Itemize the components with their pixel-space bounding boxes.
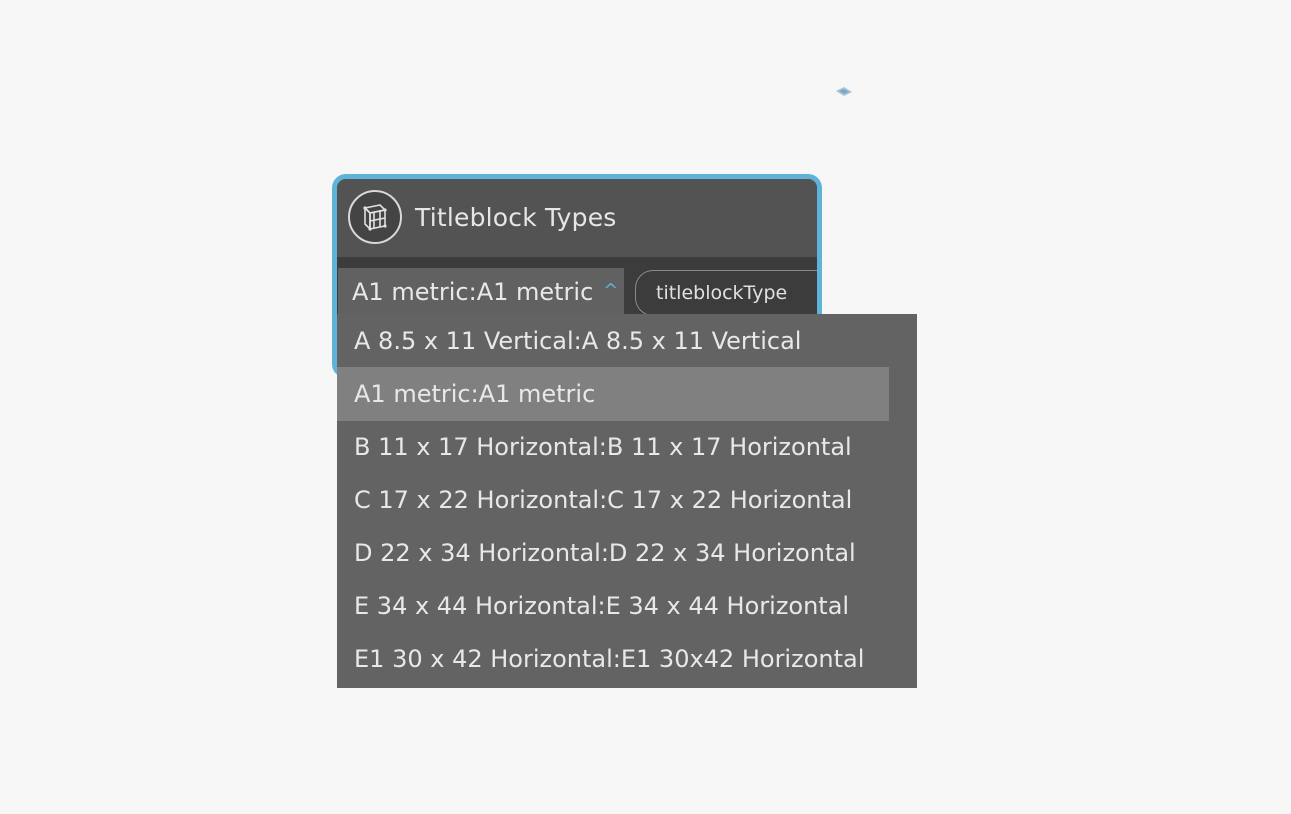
canvas-marker-icon	[836, 87, 852, 96]
node-title: Titleblock Types	[415, 203, 617, 232]
dropdown-item[interactable]: D 22 x 34 Horizontal:D 22 x 34 Horizonta…	[337, 526, 889, 580]
dropdown-item[interactable]: E1 30 x 42 Horizontal:E1 30x42 Horizonta…	[337, 632, 889, 686]
dropdown-selected-value: A1 metric:A1 metric	[352, 278, 594, 306]
dropdown-item[interactable]: E 34 x 44 Horizontal:E 34 x 44 Horizonta…	[337, 579, 889, 633]
dropdown-item[interactable]: A 8.5 x 11 Vertical:A 8.5 x 11 Vertical	[337, 314, 889, 368]
workspace-canvas[interactable]: Titleblock Types A1 metric:A1 metric ^ t…	[0, 0, 1291, 814]
chevron-up-icon[interactable]: ^	[603, 280, 618, 301]
dropdown-item[interactable]: C 17 x 22 Horizontal:C 17 x 22 Horizonta…	[337, 473, 889, 527]
titleblock-type-dropdown[interactable]: A1 metric:A1 metric ^	[338, 268, 624, 316]
dropdown-item[interactable]: B 11 x 17 Horizontal:B 11 x 17 Horizonta…	[337, 420, 889, 474]
titleblock-node-icon	[348, 190, 402, 244]
dropdown-item-selected[interactable]: A1 metric:A1 metric	[337, 367, 889, 421]
titleblock-icon-glyph	[363, 204, 387, 231]
output-port-titleblocktype[interactable]: titleblockType	[635, 270, 817, 316]
dropdown-list[interactable]: A 8.5 x 11 Vertical:A 8.5 x 11 Vertical …	[337, 314, 917, 688]
output-port-label: titleblockType	[656, 282, 788, 304]
node-header[interactable]: Titleblock Types	[337, 179, 817, 257]
